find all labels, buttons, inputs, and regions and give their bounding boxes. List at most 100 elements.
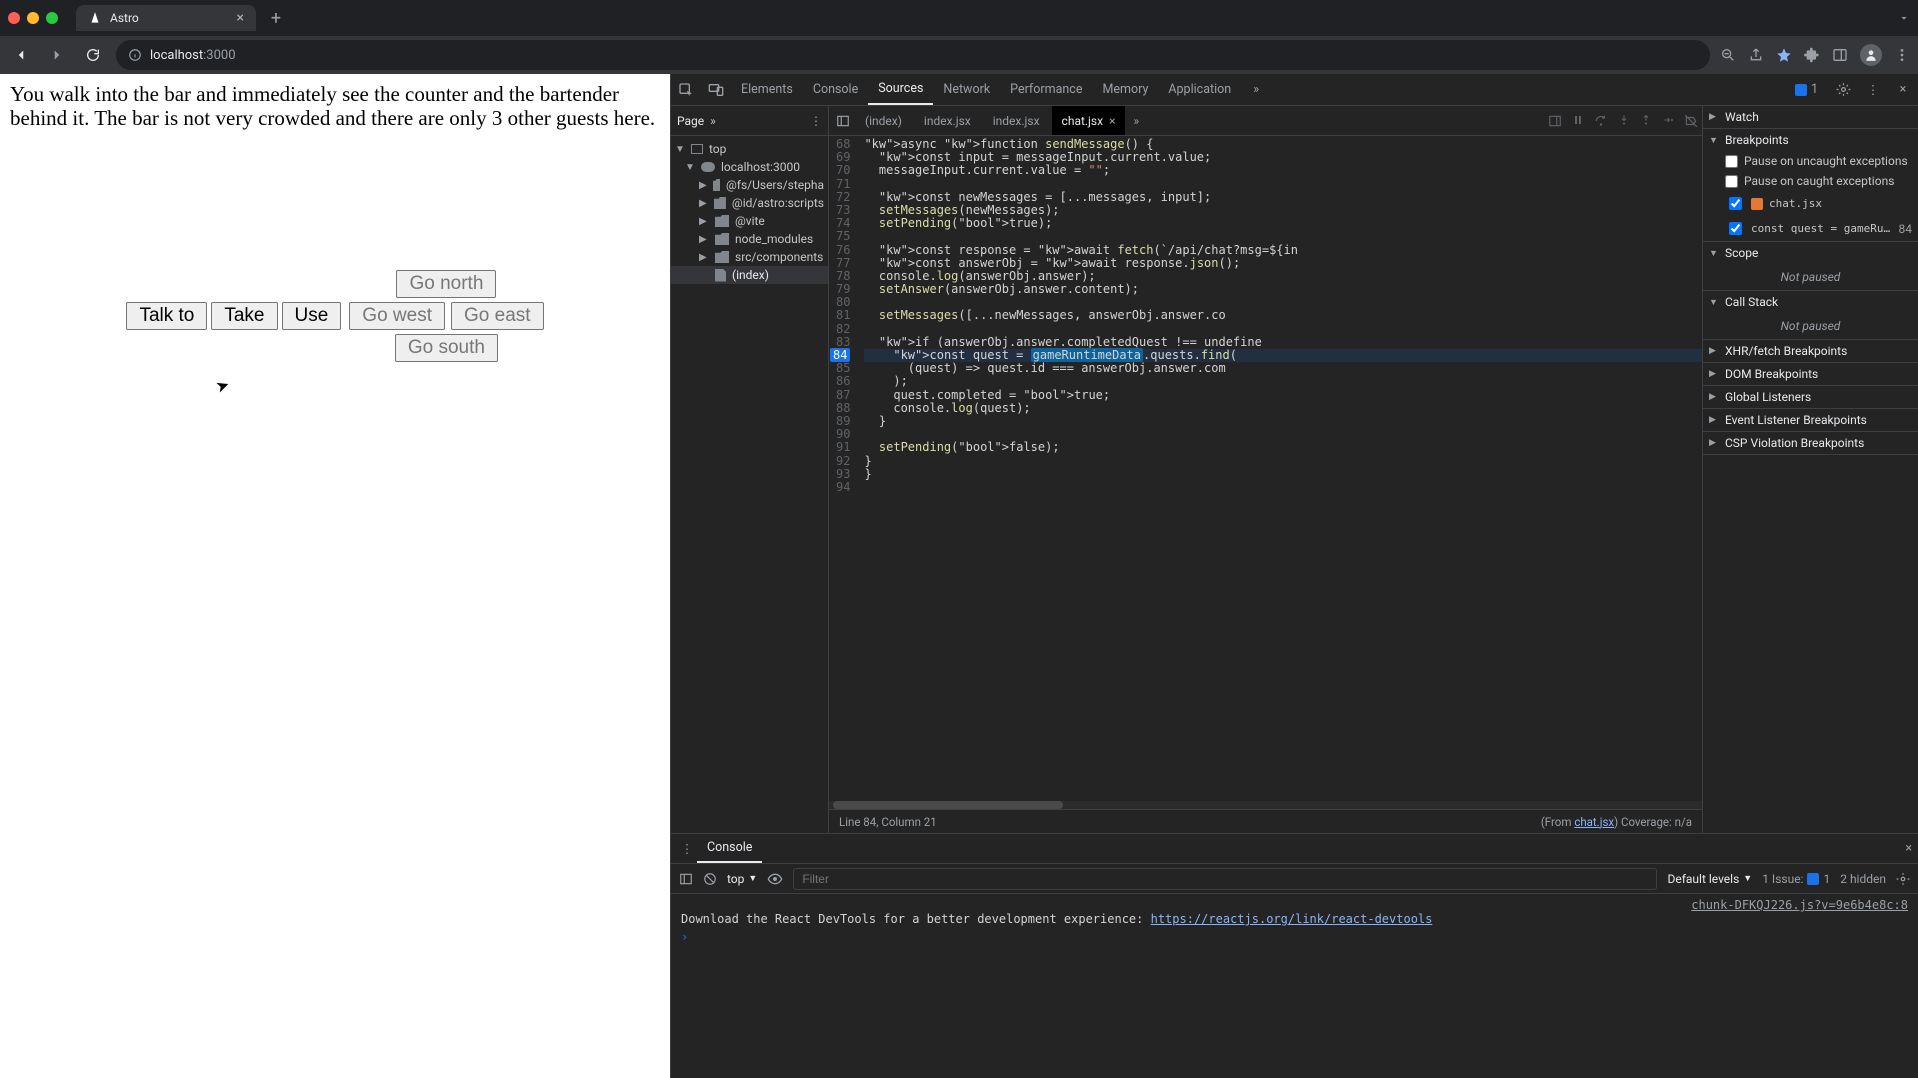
share-icon[interactable] (1748, 47, 1764, 63)
back-button[interactable] (8, 42, 34, 68)
window-traffic-lights[interactable] (8, 12, 58, 24)
reload-button[interactable] (80, 42, 106, 68)
breakpoints-section[interactable]: ▼Breakpoints (1703, 129, 1918, 151)
scope-section[interactable]: ▼Scope (1703, 242, 1918, 264)
address-bar[interactable]: localhost:3000 (116, 40, 1710, 70)
editor-sidebar-toggle-icon[interactable] (833, 114, 853, 128)
take-button[interactable]: Take (211, 302, 277, 330)
more-tabs-chevron-icon[interactable]: » (1241, 82, 1271, 97)
drawer-menu-icon[interactable]: ⋮ (677, 841, 697, 857)
navigator-more-chevron-icon[interactable]: » (710, 114, 716, 128)
debugger-pause-icon[interactable] (1572, 114, 1584, 128)
callstack-not-paused: Not paused (1703, 313, 1918, 339)
console-source-link[interactable]: chunk-DFKQJ226.js?v=9e6b4e8c:8 (1691, 898, 1908, 912)
csp-violation-bp-section[interactable]: ▶CSP Violation Breakpoints (1703, 432, 1918, 454)
tab-network[interactable]: Network (933, 74, 1000, 105)
issues-indicator[interactable]: 1 (1785, 74, 1828, 105)
editor-horizontal-scrollbar[interactable] (829, 801, 1702, 809)
window-minimize-icon[interactable] (27, 12, 39, 24)
go-south-button[interactable]: Go south (395, 334, 498, 362)
code-editor[interactable]: 6869707172737475767778798081828384858687… (829, 136, 1702, 801)
devtools-settings-gear-icon[interactable] (1828, 82, 1858, 97)
console-clear-icon[interactable] (703, 872, 717, 886)
console-context-selector[interactable]: top ▼ (727, 872, 757, 886)
tab-application[interactable]: Application (1158, 74, 1241, 105)
tree-folder[interactable]: @id/astro:scripts (732, 196, 824, 210)
talk-to-button[interactable]: Talk to (126, 302, 207, 330)
debugger-step-icon[interactable] (1662, 114, 1674, 128)
tab-performance[interactable]: Performance (1000, 74, 1092, 105)
sidepanel-icon[interactable] (1832, 47, 1848, 63)
console-live-expression-icon[interactable] (767, 871, 783, 887)
breakpoint-file[interactable]: chat.jsx (1703, 191, 1918, 216)
breakpoint-line[interactable]: const quest = gameRu…84 (1703, 216, 1918, 241)
react-devtools-link[interactable]: https://reactjs.org/link/react-devtools (1151, 912, 1433, 926)
dom-breakpoints-section[interactable]: ▶DOM Breakpoints (1703, 363, 1918, 385)
console-settings-gear-icon[interactable] (1896, 872, 1910, 886)
new-tab-button[interactable]: + (264, 6, 288, 30)
tree-file[interactable]: (index) (732, 268, 769, 282)
tab-memory[interactable]: Memory (1092, 74, 1158, 105)
drawer-close-icon[interactable]: × (1905, 841, 1912, 856)
watch-section[interactable]: ▶Watch (1703, 106, 1918, 128)
use-button[interactable]: Use (282, 302, 342, 330)
go-west-button[interactable]: Go west (349, 302, 445, 330)
tree-folder[interactable]: @vite (735, 214, 765, 228)
event-listener-bp-section[interactable]: ▶Event Listener Breakpoints (1703, 409, 1918, 431)
callstack-section[interactable]: ▼Call Stack (1703, 291, 1918, 313)
tree-folder[interactable]: node_modules (735, 232, 813, 246)
debugger-step-over-icon[interactable] (1594, 114, 1608, 128)
tree-top[interactable]: top (709, 142, 726, 156)
tab-sources[interactable]: Sources (868, 74, 933, 105)
navigator-page-tab[interactable]: Page (677, 114, 704, 128)
bookmark-star-icon[interactable] (1776, 47, 1792, 63)
console-issues-indicator[interactable]: 1 Issue:1 (1762, 872, 1830, 886)
tree-folder[interactable]: @fs/Users/stepha (726, 178, 824, 192)
editor-tab[interactable]: (index) (855, 106, 912, 135)
tab-close-icon[interactable]: × (237, 11, 244, 25)
go-north-button[interactable]: Go north (396, 270, 496, 298)
debugger-split-icon[interactable] (1548, 114, 1562, 128)
debugger-deactivate-bp-icon[interactable] (1684, 114, 1698, 128)
editor-tab-close-icon[interactable]: × (1109, 114, 1115, 128)
console-hidden-count[interactable]: 2 hidden (1840, 872, 1886, 886)
tab-list-chevron-icon[interactable] (1898, 12, 1910, 24)
console-levels-selector[interactable]: Default levels ▼ (1667, 872, 1752, 886)
devtools-menu-icon[interactable]: ⋮ (1858, 82, 1888, 98)
browser-tab-active[interactable]: Astro × (76, 5, 256, 31)
tree-host[interactable]: localhost:3000 (721, 160, 800, 174)
global-listeners-section[interactable]: ▶Global Listeners (1703, 386, 1918, 408)
window-zoom-icon[interactable] (46, 12, 58, 24)
profile-avatar-icon[interactable] (1860, 44, 1882, 66)
devtools-close-icon[interactable]: × (1888, 82, 1918, 97)
pause-uncaught-checkbox[interactable]: Pause on uncaught exceptions (1703, 151, 1918, 171)
editor-tab-active[interactable]: chat.jsx× (1052, 106, 1126, 135)
navigator-menu-icon[interactable]: ⋮ (810, 114, 822, 128)
console-prompt[interactable]: › (681, 926, 1908, 944)
pause-caught-checkbox[interactable]: Pause on caught exceptions (1703, 171, 1918, 191)
browser-menu-icon[interactable] (1894, 47, 1910, 63)
device-toolbar-icon[interactable] (701, 82, 731, 98)
window-close-icon[interactable] (8, 12, 20, 24)
console-output[interactable]: chunk-DFKQJ226.js?v=9e6b4e8c:8 Download … (671, 894, 1918, 1078)
zoom-icon[interactable] (1720, 47, 1736, 63)
go-east-button[interactable]: Go east (451, 302, 544, 330)
drawer-tab-console[interactable]: Console (697, 834, 762, 863)
source-link[interactable]: chat.jsx (1574, 815, 1614, 829)
xhr-breakpoints-section[interactable]: ▶XHR/fetch Breakpoints (1703, 340, 1918, 362)
editor-tab[interactable]: index.jsx (983, 106, 1050, 135)
console-sidebar-toggle-icon[interactable] (679, 872, 693, 886)
editor-more-tabs-icon[interactable]: » (1127, 114, 1145, 128)
extensions-icon[interactable] (1804, 47, 1820, 63)
debugger-step-out-icon[interactable] (1640, 114, 1652, 128)
tab-console[interactable]: Console (803, 74, 868, 105)
console-filter-input[interactable] (793, 868, 1657, 890)
forward-button[interactable] (44, 42, 70, 68)
tree-folder[interactable]: src/components (735, 250, 823, 264)
site-info-icon[interactable] (128, 48, 142, 62)
debugger-step-into-icon[interactable] (1618, 114, 1630, 128)
file-tree[interactable]: ▼top ▼localhost:3000 ▶@fs/Users/stepha ▶… (671, 136, 828, 833)
tab-elements[interactable]: Elements (731, 74, 803, 105)
editor-tab[interactable]: index.jsx (914, 106, 981, 135)
inspect-element-icon[interactable] (671, 82, 701, 98)
